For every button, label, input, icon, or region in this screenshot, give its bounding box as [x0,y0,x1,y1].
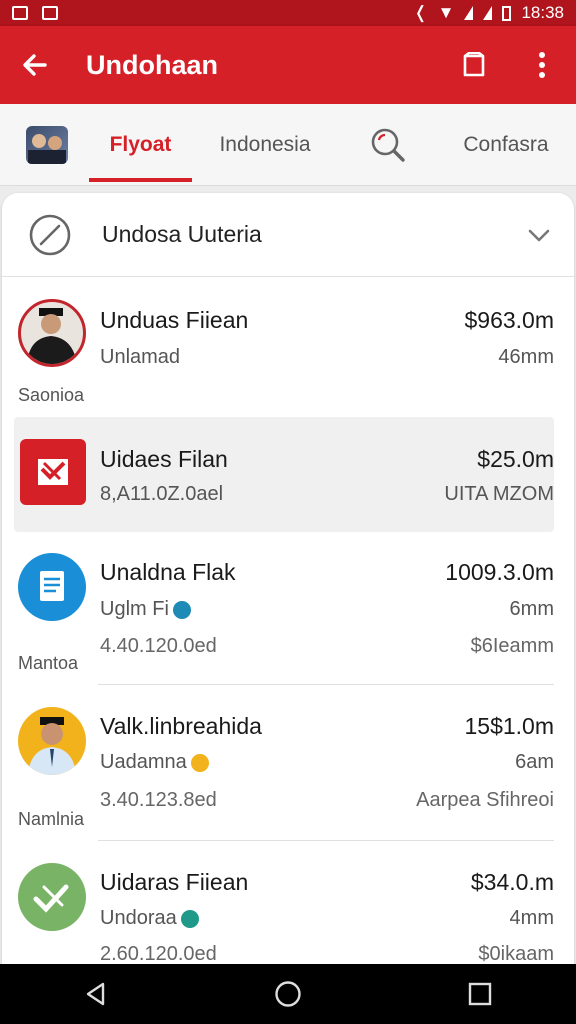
nav-back-icon [86,982,105,1006]
bookmark-button[interactable] [440,26,508,104]
item-amount: 15$1.0m [464,713,554,739]
avatar [18,299,86,367]
item-amount-sub: 4mm [509,907,554,929]
item-amount: $34.0.m [470,869,554,895]
divider [98,684,554,685]
item-amount-detail: Aarpea Sfihreoi [416,789,554,811]
page-title: Undohaan [86,49,218,80]
nav-recents-icon [468,982,492,1006]
teal-badge-icon [180,909,199,928]
more-options-button[interactable] [508,26,576,104]
verified-badge-icon [172,600,191,619]
list-item[interactable]: Valk.linbreahida Uadamna 3.40.123.8ed Na… [14,693,554,843]
gold-badge-icon [190,753,209,772]
battery-icon [502,5,512,21]
divider [98,840,554,841]
item-amount-detail: $6Ieamm [470,635,554,657]
search-button[interactable] [360,104,416,186]
document-icon [18,553,86,621]
list-item[interactable]: Uidaras Fiiean Undoraa 2.60.120.0ed $34.… [14,849,554,973]
status-time: 18:38 [521,3,564,22]
item-amount: $25.0m [477,446,554,472]
nav-home-button[interactable] [248,964,328,1024]
signal-icon [464,6,474,20]
item-amount: $963.0m [464,307,554,333]
item-title: Uidaes Filan [100,446,228,472]
system-nav-bar [0,964,576,1024]
item-amount-sub: 6am [515,751,554,773]
block-icon [29,214,71,255]
results-card: Undosa Uuteria Unduas Fiiean Unlamad Sao… [2,193,574,973]
item-side-label: Mantoa [18,653,79,673]
item-subtitle: Undoraa [100,907,199,930]
item-title: Unduas Fiiean [100,307,249,333]
item-subtitle: Uglm Fi [100,598,191,621]
profile-avatar[interactable] [26,126,68,164]
item-subtitle: 8,A11.0Z.0ael [100,483,224,505]
filter-label: Undosa Uuteria [102,221,262,247]
more-vert-icon [539,52,545,78]
list-item[interactable]: Uidaes Filan 8,A11.0Z.0ael $25.0m UITA M… [14,417,554,532]
check-badge-icon [18,863,86,931]
item-amount-sub: 6mm [509,598,554,620]
item-detail: 4.40.120.0ed [100,635,217,657]
status-bar: ❬ ▼ 18:38 [0,0,576,26]
item-title: Uidaras Fiiean [100,869,249,895]
item-subtitle: Unlamad [100,346,181,368]
item-amount-sub: 46mm [498,346,554,368]
list-item[interactable]: Unaldna Flak Uglm Fi 4.40.120.0ed Mantoa… [14,543,554,683]
item-title: Valk.linbreahida [100,713,262,739]
chevron-down-icon [528,229,550,241]
item-amount-sub: UITA MZOM [444,483,554,505]
gallery-notification-icon [12,6,28,20]
item-detail: 2.60.120.0ed [100,943,217,965]
list-item[interactable]: Unduas Fiiean Unlamad Saonioa $963.0m 46… [14,287,554,407]
item-side-label: Namlnia [18,809,85,829]
wifi-icon: ▼ [437,3,455,22]
play-notification-icon [42,6,58,20]
checklist-icon [20,439,86,505]
filter-dropdown[interactable]: Undosa Uuteria [2,193,574,277]
tab-label: Confasra [463,133,549,156]
back-arrow-icon [23,54,47,76]
item-title: Unaldna Flak [100,559,236,585]
tab-label: Flyoat [109,133,172,156]
item-subtitle: Uadamna [100,751,209,774]
nav-back-button[interactable] [56,964,136,1024]
avatar [18,707,86,775]
back-button[interactable] [0,26,70,104]
tab-flyoat[interactable]: Flyoat [89,104,192,186]
nav-home-icon [275,981,301,1007]
item-detail: 3.40.123.8ed [100,789,217,811]
app-bar: Undohaan [0,26,576,104]
tab-label: Indonesia [219,133,311,156]
item-amount-detail: $0ikaam [478,943,554,965]
item-side-label: Saonioa [18,385,85,405]
item-amount: 1009.3.0m [445,559,554,585]
bookmark-icon [463,52,485,77]
active-tab-indicator [89,178,192,182]
search-icon [371,128,405,162]
tab-confasra[interactable]: Confasra [448,104,564,186]
vibrate-icon: ❬ [413,3,428,22]
tab-bar: Flyoat Indonesia Confasra [0,104,576,186]
tab-indonesia[interactable]: Indonesia [205,104,325,186]
nav-recents-button[interactable] [440,964,520,1024]
signal-icon-2 [483,6,493,20]
